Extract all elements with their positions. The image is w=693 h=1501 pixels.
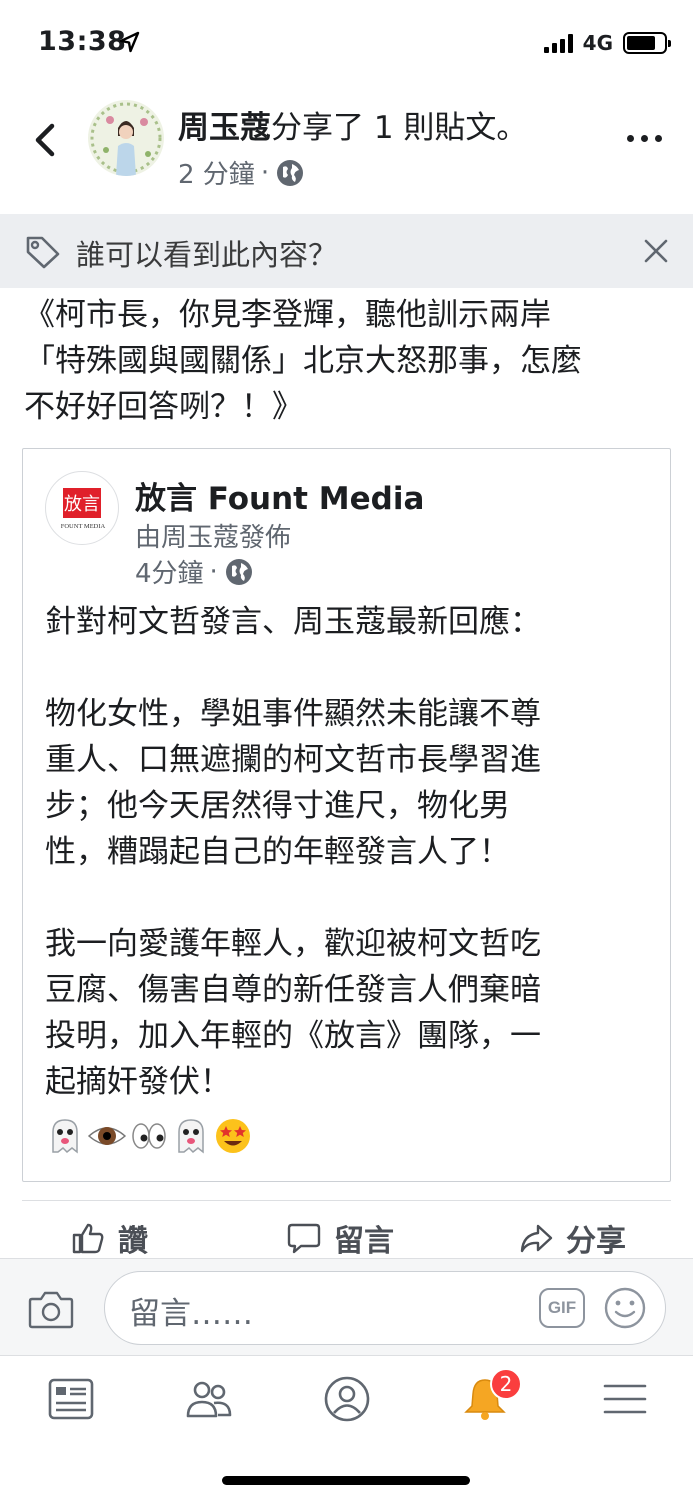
home-indicator (222, 1476, 470, 1485)
body-line: 物化女性，學姐事件顯然未能讓不尊 (45, 696, 541, 732)
comment-label: 留言 (334, 1224, 394, 1259)
back-chevron-icon[interactable] (26, 118, 66, 162)
gif-button[interactable]: GIF (539, 1288, 585, 1328)
post-message-line: 不好好回答咧？！》 (24, 389, 303, 425)
logo-text: 放言 (64, 494, 100, 515)
body-line: 我一向愛護年輕人，歡迎被柯文哲吃 (45, 926, 541, 962)
shared-post-body: 針對柯文哲發言、周玉蔻最新回應： 物化女性，學姐事件顯然未能讓不尊 重人、口無遮… (45, 599, 655, 1105)
published-by: 由周玉蔻發佈 (135, 523, 292, 553)
body-line: 豆腐、傷害自尊的新任發言人們棄暗 (45, 972, 541, 1008)
network-type: 4G (582, 31, 613, 55)
shared-post-time[interactable]: 4分鐘 (135, 553, 204, 590)
meta-separator: · (209, 556, 218, 587)
post-meta: 2 分鐘 · (178, 154, 305, 191)
location-arrow-icon (119, 31, 140, 53)
friends-icon[interactable] (184, 1374, 234, 1424)
post-title: 周玉蔻分享了 1 則貼文。 (178, 102, 527, 147)
author-name[interactable]: 周玉蔻 (178, 110, 271, 146)
tag-icon (26, 236, 60, 269)
comment-composer: 留言…… GIF (0, 1258, 693, 1356)
share-arrow-icon (520, 1224, 553, 1253)
body-line: 重人、口無遮攔的柯文哲市長學習進 (45, 742, 541, 778)
post-actions: 讚 留言 分享 (0, 1212, 693, 1262)
share-action-text: 分享了 1 則貼文。 (271, 110, 528, 146)
bottom-tab-bar: 2 (0, 1356, 693, 1442)
fount-media-logo-icon: 放言 FOUNT MEDIA (61, 488, 106, 530)
logo-subtext: FOUNT MEDIA (61, 523, 106, 530)
close-icon[interactable] (643, 238, 669, 264)
profile-icon[interactable] (322, 1374, 372, 1424)
body-line: 步；他今天居然得寸進尺，物化男 (45, 788, 510, 824)
globe-icon (225, 558, 252, 585)
eye-icon (87, 1127, 127, 1145)
post-header: 周玉蔻分享了 1 則貼文。 2 分鐘 · (0, 88, 693, 214)
post-message-line: 《柯市長，你見李登輝，聽他訓示兩岸 (24, 297, 551, 333)
comment-placeholder: 留言…… (129, 1296, 253, 1332)
star-struck-icon (216, 1119, 250, 1153)
body-line: 針對柯文哲發言、周玉蔻最新回應： (45, 604, 541, 640)
status-time: 13:38 (38, 26, 127, 57)
signal-icon (543, 33, 573, 53)
ghost-icon (178, 1119, 204, 1154)
comment-input[interactable]: 留言…… GIF (104, 1271, 666, 1345)
paragraph: 針對柯文哲發言、周玉蔻最新回應： (45, 599, 655, 645)
share-label: 分享 (566, 1224, 626, 1259)
meta-separator: · (260, 157, 270, 188)
share-button[interactable]: 分享 (518, 1216, 626, 1260)
privacy-banner[interactable]: 誰可以看到此內容？ (0, 214, 693, 288)
divider (22, 1200, 671, 1201)
page-name[interactable]: 放言 Fount Media (135, 473, 424, 518)
speech-bubble-icon (287, 1223, 321, 1254)
like-label: 讚 (118, 1224, 148, 1259)
paragraph: 物化女性，學姐事件顯然未能讓不尊 重人、口無遮攔的柯文哲市長學習進 步；他今天居… (45, 691, 655, 875)
comment-button[interactable]: 留言 (286, 1216, 394, 1260)
like-button[interactable]: 讚 (70, 1216, 148, 1260)
post-time[interactable]: 2 分鐘 (178, 154, 255, 191)
smiley-icon[interactable] (603, 1286, 647, 1330)
status-bar: 13:38 4G (0, 0, 693, 88)
shared-post-meta: 4分鐘 · (135, 553, 254, 590)
battery-icon (623, 32, 671, 54)
author-avatar[interactable] (88, 100, 164, 176)
eyes-icon (132, 1123, 166, 1149)
paragraph: 我一向愛護年輕人，歡迎被柯文哲吃 豆腐、傷害自尊的新任發言人們棄暗 投明，加入年… (45, 921, 655, 1105)
post-message-line: 「特殊國與國關係」北京大怒那事，怎麼 (24, 343, 582, 379)
page-logo[interactable]: 放言 FOUNT MEDIA (45, 471, 119, 545)
emoji-row (45, 1115, 253, 1157)
news-feed-icon[interactable] (46, 1374, 96, 1424)
notification-badge: 2 (490, 1368, 522, 1400)
body-line: 起摘奸發伏！ (45, 1064, 231, 1100)
post-message: 《柯市長，你見李登輝，聽他訓示兩岸 「特殊國與國關係」北京大怒那事，怎麼 不好好… (24, 292, 684, 430)
camera-icon[interactable] (28, 1289, 74, 1329)
ghost-icon (52, 1119, 78, 1154)
privacy-prompt: 誰可以看到此內容？ (76, 238, 338, 272)
body-line: 投明，加入年輕的《放言》團隊，一 (45, 1018, 541, 1054)
status-indicators: 4G (543, 30, 671, 56)
shared-post-card[interactable]: 放言 FOUNT MEDIA 放言 Fount Media 由周玉蔻發佈 4分鐘… (22, 448, 671, 1182)
body-line: 性，糟蹋起自己的年輕發言人了！ (45, 834, 510, 870)
thumbs-up-icon (72, 1223, 104, 1254)
menu-icon[interactable] (600, 1374, 650, 1424)
more-options-icon[interactable] (627, 128, 667, 148)
globe-icon (277, 159, 304, 186)
